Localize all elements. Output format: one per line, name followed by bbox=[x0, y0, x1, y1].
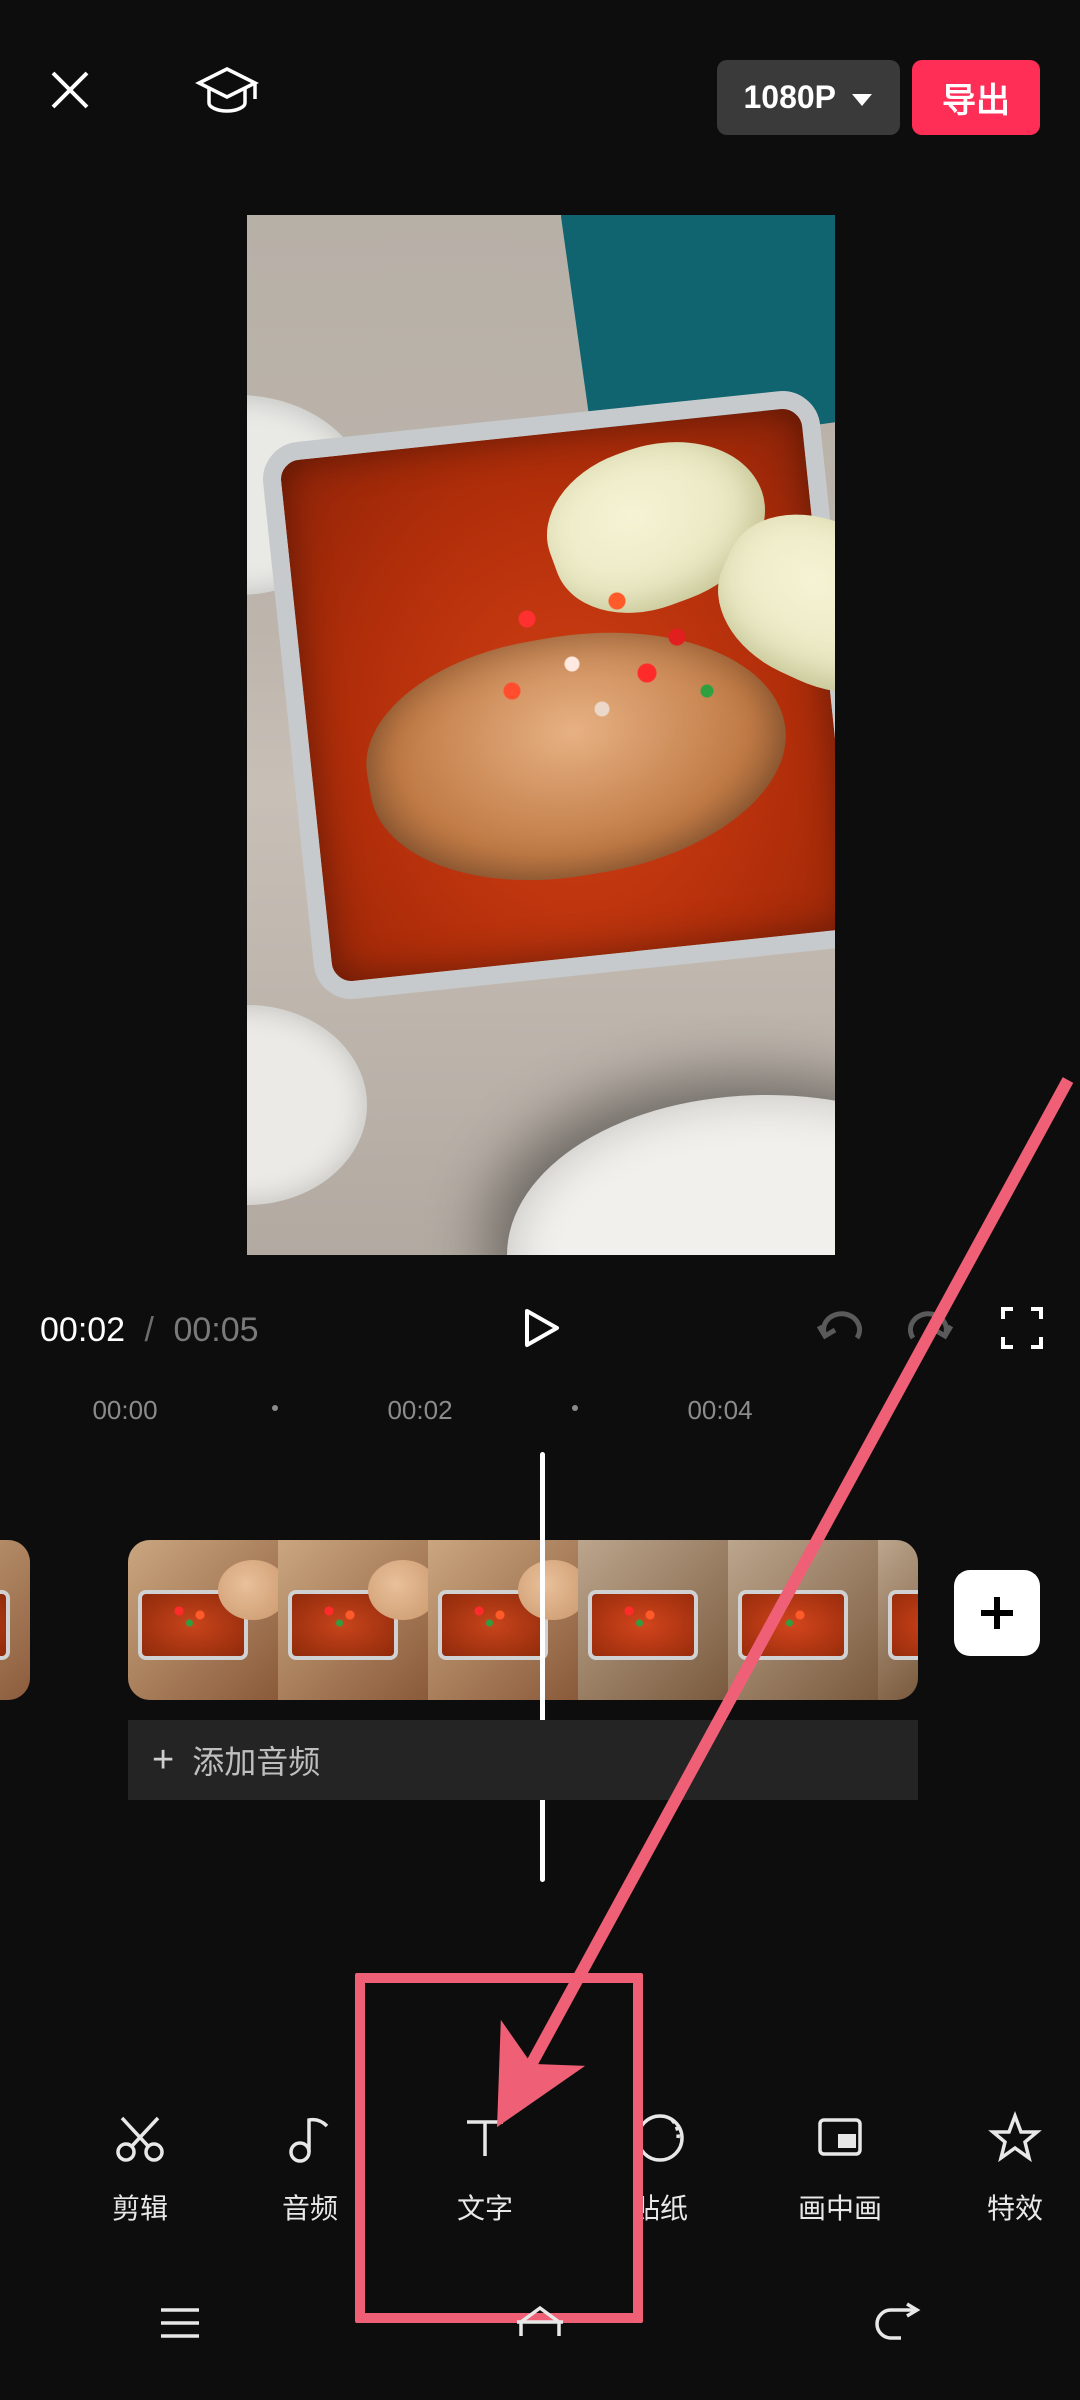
music-note-icon bbox=[225, 2103, 395, 2173]
add-audio-label: 添加音频 bbox=[192, 1737, 320, 1783]
tool-audio[interactable]: 音频 bbox=[225, 2103, 395, 2227]
nav-back-button[interactable] bbox=[871, 2300, 929, 2351]
timeline-clip[interactable] bbox=[0, 1540, 30, 1700]
export-label: 导出 bbox=[942, 73, 1010, 122]
ruler-tick: 00:00 bbox=[92, 1395, 157, 1426]
tool-label: 贴纸 bbox=[575, 2187, 745, 2227]
play-button[interactable] bbox=[517, 1305, 563, 1356]
undo-button[interactable] bbox=[815, 1308, 865, 1353]
ruler-tick: 00:02 bbox=[387, 1395, 452, 1426]
tool-effects[interactable]: 特效 bbox=[950, 2103, 1080, 2227]
total-duration: 00:05 bbox=[173, 1311, 258, 1349]
timeline-ruler[interactable]: 00:00 00:02 00:04 bbox=[0, 1395, 1080, 1445]
fullscreen-button[interactable] bbox=[999, 1305, 1045, 1356]
tool-pip[interactable]: 画中画 bbox=[755, 2103, 925, 2227]
chevron-down-icon bbox=[850, 79, 874, 116]
text-icon bbox=[400, 2103, 570, 2173]
timeline-clip[interactable] bbox=[128, 1540, 918, 1700]
plus-icon: + bbox=[152, 1739, 174, 1782]
tool-text[interactable]: 文字 bbox=[400, 2103, 570, 2227]
add-clip-button[interactable] bbox=[954, 1570, 1040, 1656]
tool-label: 音频 bbox=[225, 2187, 395, 2227]
add-audio-track[interactable]: + 添加音频 bbox=[128, 1720, 918, 1800]
ruler-dot bbox=[572, 1405, 578, 1411]
resolution-selector[interactable]: 1080P bbox=[717, 60, 900, 135]
system-nav-bar bbox=[0, 2280, 1080, 2370]
tool-edit[interactable]: 剪辑 bbox=[55, 2103, 225, 2227]
tool-label: 剪辑 bbox=[55, 2187, 225, 2227]
tool-label: 画中画 bbox=[755, 2187, 925, 2227]
timeline-playhead[interactable] bbox=[540, 1452, 545, 1882]
resolution-label: 1080P bbox=[743, 79, 836, 116]
tool-label: 文字 bbox=[400, 2187, 570, 2227]
tool-label: 特效 bbox=[950, 2187, 1080, 2227]
tutorial-icon[interactable] bbox=[195, 65, 265, 125]
scissors-icon bbox=[55, 2103, 225, 2173]
pip-icon bbox=[755, 2103, 925, 2173]
current-time: 00:02 bbox=[40, 1311, 125, 1349]
tool-sticker[interactable]: 贴纸 bbox=[575, 2103, 745, 2227]
close-button[interactable] bbox=[45, 65, 105, 125]
nav-home-button[interactable] bbox=[511, 2300, 569, 2351]
video-preview[interactable] bbox=[247, 215, 835, 1255]
playback-time: 00:02 / 00:05 bbox=[40, 1311, 259, 1350]
star-icon bbox=[950, 2103, 1080, 2173]
export-button[interactable]: 导出 bbox=[912, 60, 1040, 135]
redo-button[interactable] bbox=[905, 1308, 955, 1353]
ruler-tick: 00:04 bbox=[687, 1395, 752, 1426]
bottom-toolbar: 剪辑 音频 文字 贴纸 画中画 bbox=[0, 2080, 1080, 2250]
time-separator: / bbox=[145, 1311, 154, 1349]
ruler-dot bbox=[272, 1405, 278, 1411]
sticker-icon bbox=[575, 2103, 745, 2173]
nav-recent-button[interactable] bbox=[151, 2300, 209, 2351]
